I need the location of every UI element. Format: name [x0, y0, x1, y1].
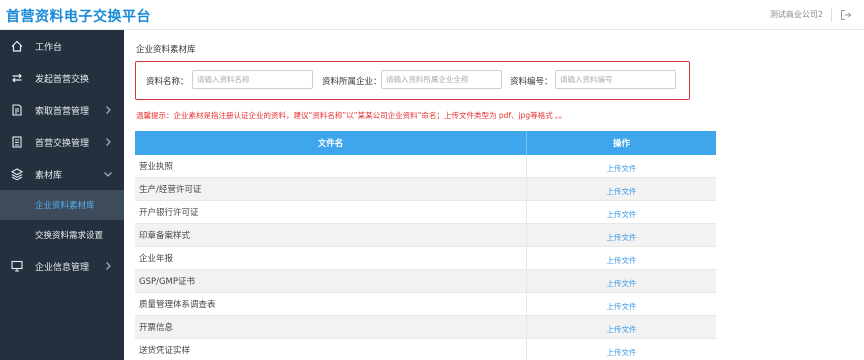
top-bar: 首营资料电子交换平台 测试商业公司2	[0, 0, 864, 30]
user-name[interactable]: 测试商业公司2	[770, 8, 832, 22]
chevron-right-icon	[102, 136, 114, 148]
table-body: 营业执照 上传文件 生产/经营许可证 上传文件 开户银行许可证 上传文件 印章备…	[135, 155, 716, 360]
search-panel: 资料名称： 资料所属企业： 资料编号：	[135, 61, 690, 100]
column-header-filename: 文件名	[135, 131, 527, 155]
sidebar-item-exchange-management[interactable]: 首营交换管理	[0, 126, 124, 158]
sidebar-item-company-info[interactable]: 企业信息管理	[0, 250, 124, 282]
chevron-right-icon	[102, 104, 114, 116]
logout-icon[interactable]	[840, 9, 852, 21]
upload-file-link[interactable]: 上传文件	[607, 324, 637, 335]
sidebar-item-material-library[interactable]: 素材库	[0, 158, 124, 190]
table-row: GSP/GMP证书 上传文件	[135, 270, 716, 293]
file-name-cell: 生产/经营许可证	[135, 178, 527, 200]
page-title: 企业资料素材库	[136, 45, 196, 55]
file-name-cell: 开票信息	[135, 316, 527, 338]
sidebar-subitem-company-materials[interactable]: 企业资料素材库	[0, 190, 124, 220]
main-content: 企业资料素材库 资料名称： 资料所属企业： 资料编号： 温馨提示：企业素材是指注…	[124, 30, 864, 360]
file-name-cell: 送货凭证实样	[135, 339, 527, 360]
table-row: 开户银行许可证 上传文件	[135, 201, 716, 224]
upload-file-link[interactable]: 上传文件	[607, 186, 637, 197]
table-row: 营业执照 上传文件	[135, 155, 716, 178]
file-name-cell: 开户银行许可证	[135, 201, 527, 223]
table-row: 质量管理体系调查表 上传文件	[135, 293, 716, 316]
table-row: 生产/经营许可证 上传文件	[135, 178, 716, 201]
file-name-cell: GSP/GMP证书	[135, 270, 527, 292]
name-input[interactable]	[192, 70, 313, 89]
upload-file-link[interactable]: 上传文件	[607, 232, 637, 243]
home-icon	[10, 39, 24, 53]
code-label: 资料编号：	[510, 77, 553, 87]
table-header: 文件名 操作	[135, 131, 716, 155]
company-label: 资料所属企业：	[322, 77, 382, 87]
sidebar-subitem-exchange-requirements[interactable]: 交换资料需求设置	[0, 220, 124, 250]
upload-file-link[interactable]: 上传文件	[607, 163, 637, 174]
materials-table: 文件名 操作 营业执照 上传文件 生产/经营许可证 上传文件 开户银行许可证 上…	[135, 131, 716, 360]
exchange-icon	[10, 71, 24, 85]
sidebar: 工作台 发起首营交换 索取首营管理 首营交换管理 素材库 企业资料素材库 交换资…	[0, 30, 124, 360]
upload-file-link[interactable]: 上传文件	[607, 255, 637, 266]
monitor-icon	[10, 259, 24, 273]
user-area: 测试商业公司2	[770, 8, 852, 22]
hint-text: 温馨提示：企业素材是指注册认证企业的资料，建议“资料名称”以“某某公司企业资料”…	[136, 111, 567, 120]
sidebar-item-label: 索取首营管理	[35, 106, 90, 117]
file-name-cell: 营业执照	[135, 155, 527, 177]
table-row: 开票信息 上传文件	[135, 316, 716, 339]
sidebar-item-label: 首营交换管理	[35, 138, 90, 149]
company-input[interactable]	[381, 70, 502, 89]
app-title: 首营资料电子交换平台	[6, 9, 151, 25]
sidebar-item-label: 素材库	[35, 170, 63, 181]
file-name-cell: 企业年报	[135, 247, 527, 269]
table-row: 印章备案样式 上传文件	[135, 224, 716, 247]
sidebar-item-label: 工作台	[35, 42, 63, 53]
sidebar-item-workbench[interactable]: 工作台	[0, 30, 124, 62]
request-icon	[10, 103, 24, 117]
chevron-right-icon	[102, 260, 114, 272]
table-row: 企业年报 上传文件	[135, 247, 716, 270]
layers-icon	[10, 167, 24, 181]
sidebar-item-label: 发起首营交换	[35, 74, 90, 85]
sidebar-item-start-exchange[interactable]: 发起首营交换	[0, 62, 124, 94]
upload-file-link[interactable]: 上传文件	[607, 347, 637, 358]
name-label: 资料名称：	[146, 77, 189, 87]
upload-file-link[interactable]: 上传文件	[607, 278, 637, 289]
table-row: 送货凭证实样 上传文件	[135, 339, 716, 360]
sidebar-item-label: 企业信息管理	[35, 262, 90, 273]
chevron-down-icon	[102, 168, 114, 180]
file-name-cell: 质量管理体系调查表	[135, 293, 527, 315]
column-header-action: 操作	[612, 139, 630, 149]
code-input[interactable]	[555, 70, 676, 89]
document-icon	[10, 135, 24, 149]
upload-file-link[interactable]: 上传文件	[607, 209, 637, 220]
sidebar-item-request-management[interactable]: 索取首营管理	[0, 94, 124, 126]
upload-file-link[interactable]: 上传文件	[607, 301, 637, 312]
file-name-cell: 印章备案样式	[135, 224, 527, 246]
